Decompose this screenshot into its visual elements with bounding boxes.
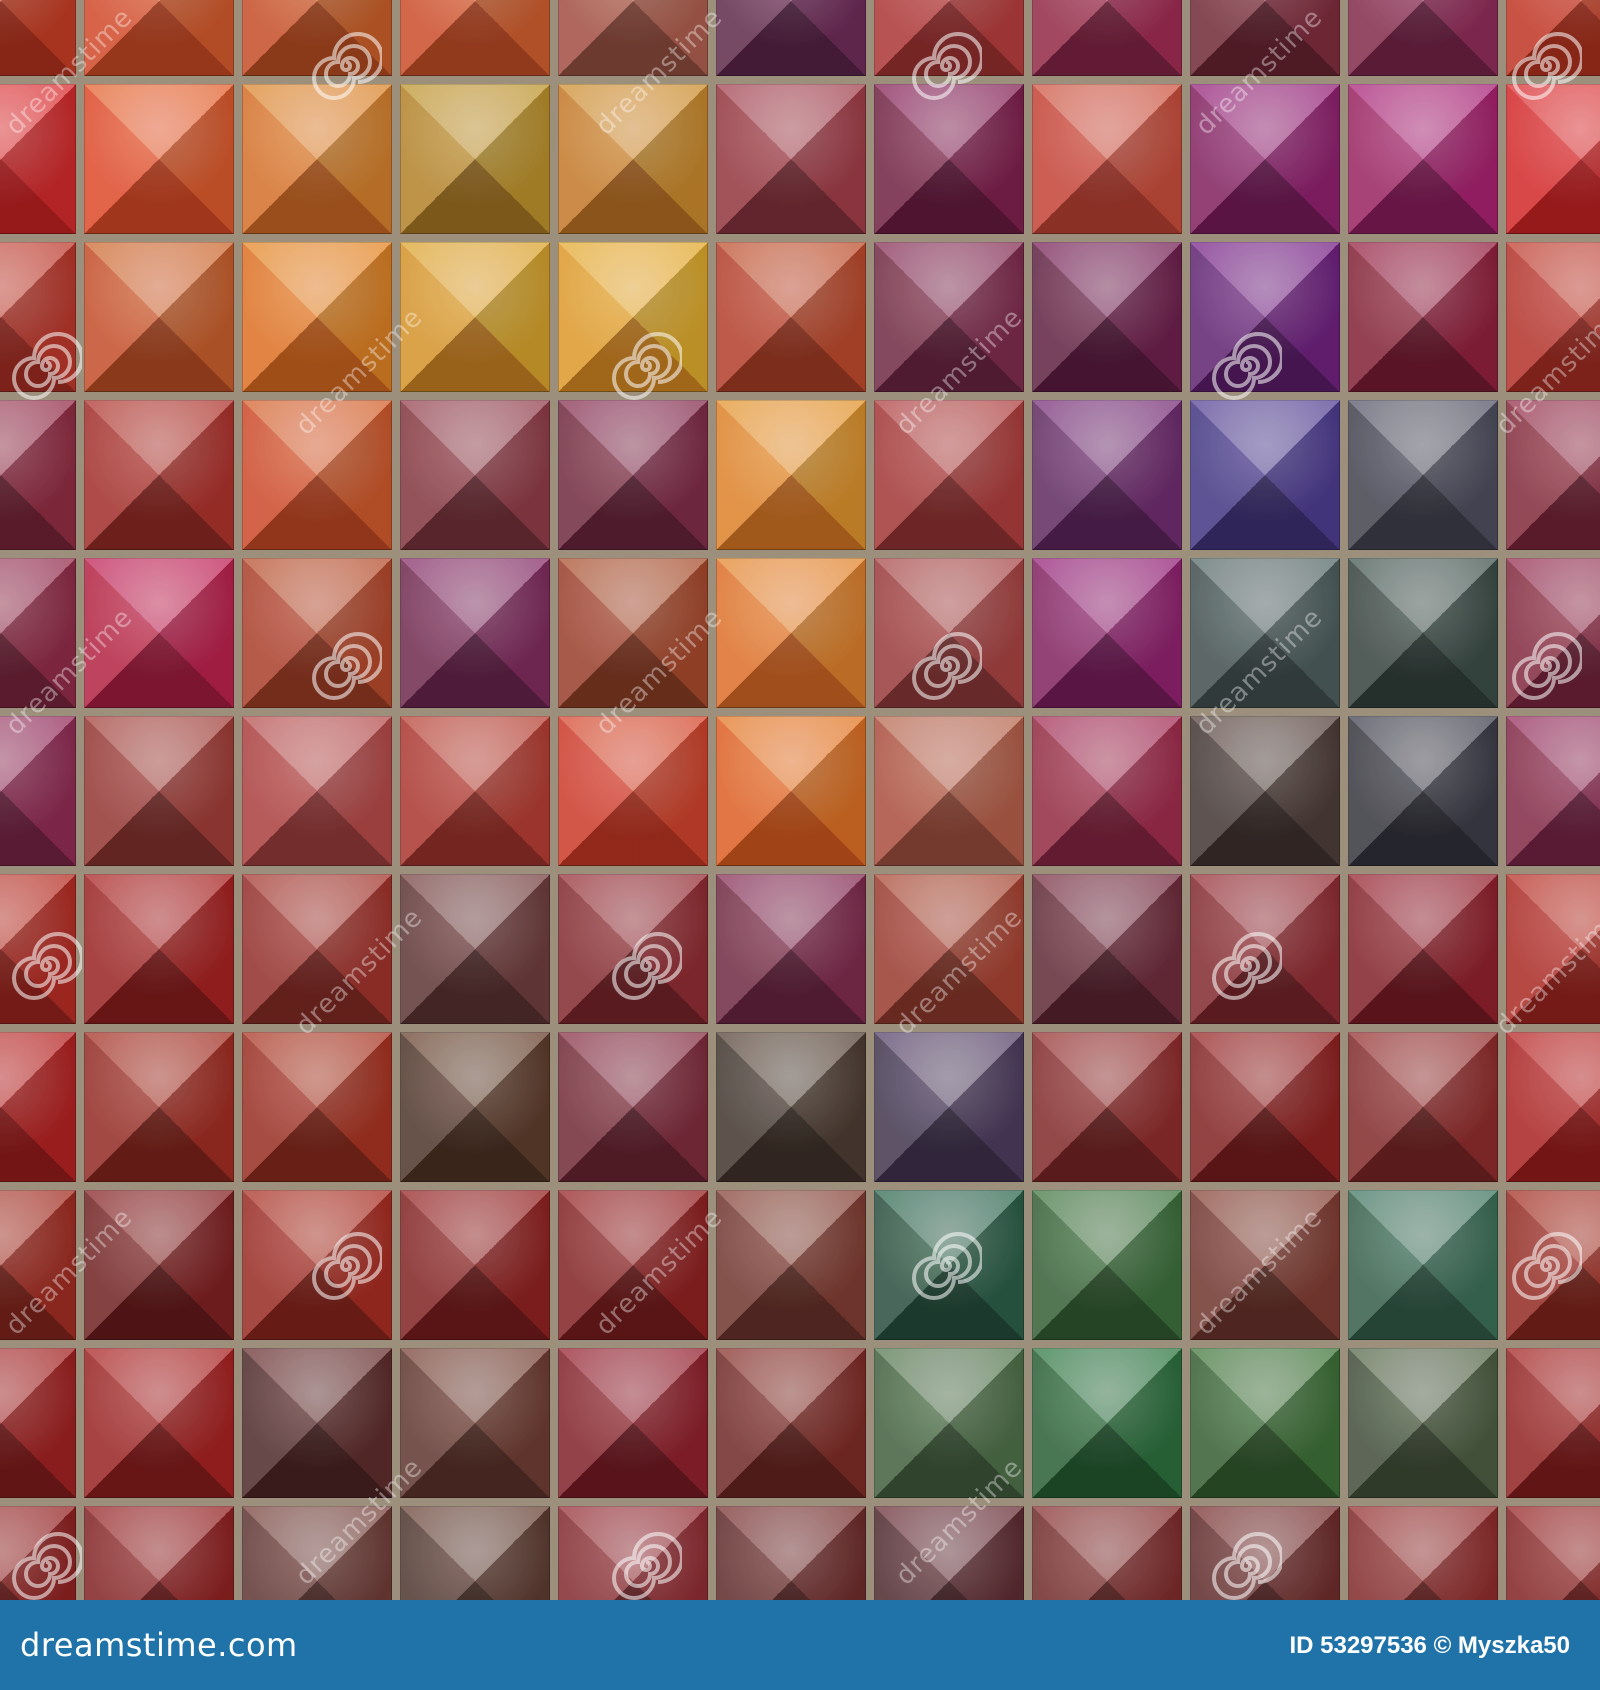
mosaic-tile — [1190, 400, 1340, 550]
spiral-logo-icon — [912, 1232, 982, 1300]
spiral-logo-icon — [1512, 632, 1582, 700]
spiral-logo-icon — [312, 32, 382, 100]
mosaic-tile — [400, 874, 550, 1024]
mosaic-tile — [1032, 1032, 1182, 1182]
mosaic-tile — [1348, 1190, 1498, 1340]
spiral-logo-icon — [12, 932, 82, 1000]
mosaic-tile — [400, 1032, 550, 1182]
mosaic-tile — [1506, 1348, 1600, 1498]
mosaic-tile — [874, 1032, 1024, 1182]
mosaic-tile — [716, 874, 866, 1024]
footer-bar: dreamstime.com ID 53297536 © Myszka50 — [0, 1600, 1600, 1690]
spiral-logo-icon — [912, 632, 982, 700]
spiral-logo-icon — [1212, 332, 1282, 400]
mosaic-tile — [716, 558, 866, 708]
mosaic-tile — [84, 84, 234, 234]
mosaic-tile — [400, 1506, 550, 1600]
mosaic-tile — [1032, 874, 1182, 1024]
mosaic-tile — [716, 84, 866, 234]
mosaic-tile — [1348, 716, 1498, 866]
mosaic-tile — [1032, 400, 1182, 550]
spiral-logo-icon — [612, 1532, 682, 1600]
mosaic-tile — [242, 1348, 392, 1498]
mosaic-tile — [1348, 400, 1498, 550]
mosaic-tile — [1032, 1506, 1182, 1600]
mosaic-tile — [1032, 558, 1182, 708]
mosaic-tile — [1506, 716, 1600, 866]
spiral-logo-icon — [612, 332, 682, 400]
mosaic-tile — [1348, 1506, 1498, 1600]
mosaic-tile — [558, 400, 708, 550]
mosaic-tile — [84, 874, 234, 1024]
mosaic-tile — [1032, 1190, 1182, 1340]
mosaic-tile — [716, 1506, 866, 1600]
mosaic-tile — [84, 1032, 234, 1182]
mosaic-tile — [716, 1190, 866, 1340]
spiral-logo-icon — [12, 1532, 82, 1600]
mosaic-tile — [716, 1348, 866, 1498]
spiral-logo-icon — [612, 932, 682, 1000]
mosaic-tile — [716, 242, 866, 392]
mosaic-tile — [84, 1348, 234, 1498]
mosaic-tile — [1032, 1348, 1182, 1498]
mosaic-tile — [1348, 0, 1498, 76]
mosaic-tile — [1190, 1348, 1340, 1498]
mosaic-tile — [716, 716, 866, 866]
mosaic-tile — [716, 1032, 866, 1182]
spiral-logo-icon — [1512, 1232, 1582, 1300]
mosaic-tile — [84, 1506, 234, 1600]
spiral-logo-icon — [312, 1232, 382, 1300]
mosaic-tile — [558, 1032, 708, 1182]
mosaic-tile — [1032, 84, 1182, 234]
mosaic-tile — [874, 84, 1024, 234]
mosaic-tile — [0, 400, 76, 550]
mosaic-tile — [84, 242, 234, 392]
mosaic-tile — [0, 716, 76, 866]
mosaic-image: dreamstime dreamstime dreamstime dreamstime… — [0, 0, 1600, 1600]
mosaic-tile — [1032, 716, 1182, 866]
mosaic-tile — [1348, 874, 1498, 1024]
mosaic-tile — [0, 1032, 76, 1182]
mosaic-tile — [558, 1348, 708, 1498]
mosaic-tile — [716, 400, 866, 550]
mosaic-tile — [716, 0, 866, 76]
spiral-logo-icon — [1512, 32, 1582, 100]
mosaic-tile — [242, 716, 392, 866]
mosaic-tile — [0, 1348, 76, 1498]
mosaic-tile — [1348, 242, 1498, 392]
mosaic-tile — [1506, 1032, 1600, 1182]
mosaic-tile — [1506, 84, 1600, 234]
spiral-logo-icon — [12, 332, 82, 400]
mosaic-tile — [1348, 1348, 1498, 1498]
mosaic-tile — [1032, 242, 1182, 392]
mosaic-tile — [400, 84, 550, 234]
mosaic-tile — [400, 400, 550, 550]
mosaic-tile — [400, 0, 550, 76]
mosaic-tile — [400, 558, 550, 708]
mosaic-tile — [1348, 84, 1498, 234]
mosaic-tile — [84, 716, 234, 866]
mosaic-tile — [400, 1190, 550, 1340]
mosaic-tile — [558, 716, 708, 866]
mosaic-tile — [400, 716, 550, 866]
spiral-logo-icon — [912, 32, 982, 100]
tile-grid — [0, 0, 1600, 1600]
spiral-logo-icon — [1212, 932, 1282, 1000]
mosaic-tile — [1348, 1032, 1498, 1182]
image-id-credit: ID 53297536 © Myszka50 — [1289, 1632, 1570, 1659]
mosaic-tile — [1190, 1032, 1340, 1182]
mosaic-tile — [1032, 0, 1182, 76]
mosaic-tile — [242, 1032, 392, 1182]
mosaic-tile — [242, 84, 392, 234]
brand-text: dreamstime.com — [20, 1626, 298, 1664]
mosaic-tile — [1348, 558, 1498, 708]
mosaic-tile — [874, 716, 1024, 866]
mosaic-tile — [1506, 1506, 1600, 1600]
spiral-logo-icon — [1212, 1532, 1282, 1600]
spiral-logo-icon — [312, 632, 382, 700]
mosaic-tile — [84, 400, 234, 550]
